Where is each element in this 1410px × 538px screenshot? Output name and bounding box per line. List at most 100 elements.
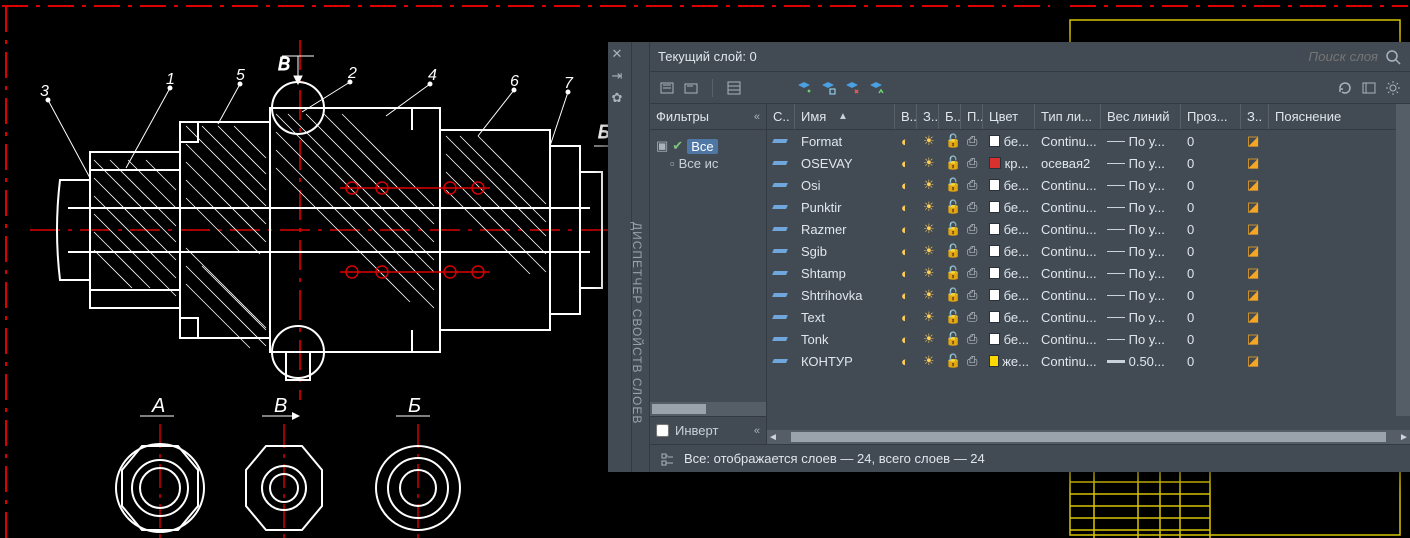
col-status[interactable]: С..	[767, 104, 795, 129]
layer-color-cell[interactable]: бе...	[983, 244, 1035, 259]
layer-transparency-cell[interactable]: 0	[1181, 134, 1241, 149]
newvp-icon[interactable]: ◪	[1247, 265, 1259, 281]
new-layer-icon[interactable]	[795, 79, 813, 97]
layer-transparency-cell[interactable]: 0	[1181, 288, 1241, 303]
newvp-icon[interactable]: ◪	[1247, 199, 1259, 215]
sun-icon[interactable]: ☀	[923, 155, 935, 171]
layer-name-cell[interactable]: OSEVAY	[795, 156, 895, 171]
col-linetype[interactable]: Тип ли...	[1035, 104, 1101, 129]
sun-icon[interactable]: ☀	[923, 353, 935, 369]
bulb-on-icon[interactable]: ◐	[901, 178, 909, 193]
layer-color-cell[interactable]: бе...	[983, 200, 1035, 215]
new-group-icon[interactable]	[682, 79, 700, 97]
lock-open-icon[interactable]: 🔓	[945, 133, 961, 149]
newvp-icon[interactable]: ◪	[1247, 221, 1259, 237]
layer-name-cell[interactable]: Punktir	[795, 200, 895, 215]
invert-filter-checkbox[interactable]	[656, 424, 669, 437]
newvp-icon[interactable]: ◪	[1247, 177, 1259, 193]
layer-row[interactable]: OSEVAY◐☀🔓⎙ кр...осевая2 По у...0◪	[767, 152, 1410, 174]
refresh-icon[interactable]	[1336, 79, 1354, 97]
sun-icon[interactable]: ☀	[923, 133, 935, 149]
layer-linetype-cell[interactable]: Continu...	[1035, 244, 1101, 259]
layer-color-cell[interactable]: бе...	[983, 310, 1035, 325]
col-lock[interactable]: Б..	[939, 104, 961, 129]
layer-lineweight-cell[interactable]: По у...	[1101, 244, 1181, 259]
layer-lineweight-cell[interactable]: 0.50...	[1101, 354, 1181, 369]
layer-row[interactable]: Format◐☀🔓⎙ бе...Continu... По у...0◪	[767, 130, 1410, 152]
new-layer-vp-icon[interactable]	[819, 79, 837, 97]
layer-transparency-cell[interactable]: 0	[1181, 266, 1241, 281]
printer-icon[interactable]: ⎙	[967, 177, 977, 193]
gear-icon[interactable]: ✿	[612, 90, 628, 106]
layer-color-cell[interactable]: кр...	[983, 156, 1035, 171]
layer-color-cell[interactable]: бе...	[983, 332, 1035, 347]
sun-icon[interactable]: ☀	[923, 199, 935, 215]
layer-linetype-cell[interactable]: Continu...	[1035, 310, 1101, 325]
printer-icon[interactable]: ⎙	[967, 331, 977, 347]
printer-icon[interactable]: ⎙	[967, 309, 977, 325]
newvp-icon[interactable]: ◪	[1247, 243, 1259, 259]
layer-name-cell[interactable]: Shtamp	[795, 266, 895, 281]
layer-lineweight-cell[interactable]: По у...	[1101, 288, 1181, 303]
layer-linetype-cell[interactable]: осевая2	[1035, 156, 1101, 171]
layer-row[interactable]: КОНТУР◐☀🔓⎙ же...Continu... 0.50...0◪	[767, 350, 1410, 372]
layer-transparency-cell[interactable]: 0	[1181, 332, 1241, 347]
layer-transparency-cell[interactable]: 0	[1181, 244, 1241, 259]
layer-search-input[interactable]	[1288, 49, 1378, 64]
new-filter-icon[interactable]	[658, 79, 676, 97]
lock-open-icon[interactable]: 🔓	[945, 155, 961, 171]
grid-hscroll[interactable]: ◄►	[767, 430, 1410, 444]
bulb-on-icon[interactable]: ◐	[901, 332, 909, 347]
col-freeze[interactable]: З..	[917, 104, 939, 129]
layer-linetype-cell[interactable]: Continu...	[1035, 288, 1101, 303]
layer-color-cell[interactable]: бе...	[983, 178, 1035, 193]
lock-open-icon[interactable]: 🔓	[945, 287, 961, 303]
layer-row[interactable]: Sgib◐☀🔓⎙ бе...Continu... По у...0◪	[767, 240, 1410, 262]
newvp-icon[interactable]: ◪	[1247, 331, 1259, 347]
bulb-on-icon[interactable]: ◐	[901, 244, 909, 259]
bulb-on-icon[interactable]: ◐	[901, 222, 909, 237]
layer-row[interactable]: Text◐☀🔓⎙ бе...Continu... По у...0◪	[767, 306, 1410, 328]
bulb-on-icon[interactable]: ◐	[901, 156, 909, 171]
layer-lineweight-cell[interactable]: По у...	[1101, 134, 1181, 149]
layer-linetype-cell[interactable]: Continu...	[1035, 222, 1101, 237]
sun-icon[interactable]: ☀	[923, 309, 935, 325]
layer-states-icon[interactable]	[725, 79, 743, 97]
lock-open-icon[interactable]: 🔓	[945, 331, 961, 347]
layer-name-cell[interactable]: Razmer	[795, 222, 895, 237]
layer-transparency-cell[interactable]: 0	[1181, 222, 1241, 237]
layer-linetype-cell[interactable]: Continu...	[1035, 332, 1101, 347]
layer-name-cell[interactable]: Format	[795, 134, 895, 149]
layer-transparency-cell[interactable]: 0	[1181, 178, 1241, 193]
lock-open-icon[interactable]: 🔓	[945, 309, 961, 325]
newvp-icon[interactable]: ◪	[1247, 133, 1259, 149]
layer-name-cell[interactable]: КОНТУР	[795, 354, 895, 369]
layer-name-cell[interactable]: Osi	[795, 178, 895, 193]
layer-linetype-cell[interactable]: Continu...	[1035, 354, 1101, 369]
bulb-on-icon[interactable]: ◐	[901, 134, 909, 149]
close-icon[interactable]: ✕	[612, 46, 628, 62]
layer-lineweight-cell[interactable]: По у...	[1101, 222, 1181, 237]
col-newvp[interactable]: З..	[1241, 104, 1269, 129]
filter-tree-all-used[interactable]: ▫ Все ис	[654, 156, 762, 171]
layer-row[interactable]: Punktir◐☀🔓⎙ бе...Continu... По у...0◪	[767, 196, 1410, 218]
col-transparency[interactable]: Проз...	[1181, 104, 1241, 129]
layer-row[interactable]: Razmer◐☀🔓⎙ бе...Continu... По у...0◪	[767, 218, 1410, 240]
col-name[interactable]: Имя ▲	[795, 104, 895, 129]
lock-open-icon[interactable]: 🔓	[945, 221, 961, 237]
layer-color-cell[interactable]: бе...	[983, 134, 1035, 149]
options-gear-icon[interactable]	[1384, 79, 1402, 97]
sun-icon[interactable]: ☀	[923, 177, 935, 193]
bulb-on-icon[interactable]: ◐	[901, 354, 909, 369]
printer-icon[interactable]: ⎙	[967, 221, 977, 237]
layer-lineweight-cell[interactable]: По у...	[1101, 332, 1181, 347]
delete-layer-icon[interactable]	[843, 79, 861, 97]
col-lineweight[interactable]: Вес линий	[1101, 104, 1181, 129]
collapse-invert-icon[interactable]: «	[754, 425, 760, 437]
bulb-on-icon[interactable]: ◐	[901, 200, 909, 215]
col-plot[interactable]: П..	[961, 104, 983, 129]
layer-name-cell[interactable]: Tonk	[795, 332, 895, 347]
bulb-on-icon[interactable]: ◐	[901, 310, 909, 325]
col-on[interactable]: В..	[895, 104, 917, 129]
set-current-icon[interactable]	[867, 79, 885, 97]
